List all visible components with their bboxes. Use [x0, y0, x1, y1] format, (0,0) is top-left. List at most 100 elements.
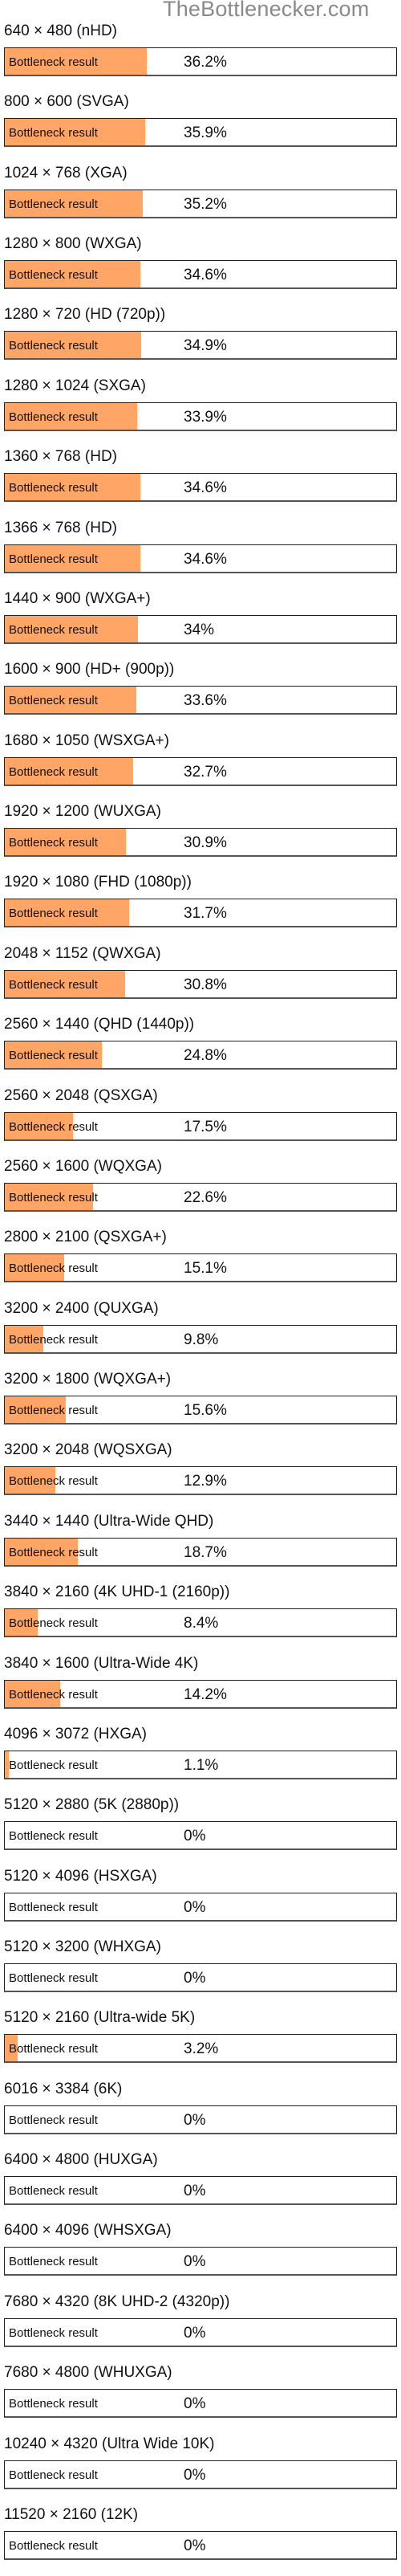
bottleneck-bar: Bottleneck result 0%	[4, 2317, 397, 2347]
resolution-row: 2560 × 2048 (QSXGA) Bottleneck result 17.5…	[0, 1086, 401, 1157]
resolution-label: 3200 × 2400 (QUXGA)	[4, 1299, 159, 1317]
bottleneck-bar: Bottleneck result 18.7%	[4, 1537, 397, 1567]
bottleneck-result-label: Bottleneck result	[9, 2538, 98, 2553]
bottleneck-result-label: Bottleneck result	[9, 2113, 98, 2127]
bottleneck-result-label: Bottleneck result	[9, 197, 98, 211]
bottleneck-bar: Bottleneck result 34.6%	[4, 260, 397, 290]
bottleneck-bar: Bottleneck result 35.2%	[4, 189, 397, 218]
resolution-row: 3840 × 2160 (4K UHD-1 (2160p)) Bottleneck…	[0, 1583, 401, 1653]
bottleneck-value: 0%	[184, 2395, 206, 2413]
bottleneck-result-label: Bottleneck result	[9, 2184, 98, 2199]
bottleneck-result-label: Bottleneck result	[9, 907, 98, 921]
resolution-row: 3440 × 1440 (Ultra-Wide QHD) Bottleneck r…	[0, 1512, 401, 1583]
bottleneck-value: 9.8%	[184, 1331, 219, 1348]
resolution-row: 7680 × 4320 (8K UHD-2 (4320p)) Bottleneck…	[0, 2293, 401, 2363]
resolution-row: 1280 × 1024 (SXGA) Bottleneck result 33.9%	[0, 377, 401, 447]
bottleneck-bar: Bottleneck result 0%	[4, 1892, 397, 1922]
bottleneck-result-label: Bottleneck result	[9, 2042, 98, 2056]
bottleneck-bar: Bottleneck result 36.2%	[4, 47, 397, 76]
bottleneck-result-label: Bottleneck result	[9, 1474, 98, 1489]
bottleneck-result-label: Bottleneck result	[9, 977, 98, 992]
resolution-row: 3200 × 2400 (QUXGA) Bottleneck result 9.8%	[0, 1299, 401, 1370]
resolution-label: 2560 × 1600 (WQXGA)	[4, 1157, 162, 1175]
resolution-label: 2048 × 1152 (QWXGA)	[4, 944, 161, 962]
bottleneck-value: 1.1%	[184, 1756, 219, 1774]
resolution-row: 800 × 600 (SVGA) Bottleneck result 35.9%	[0, 92, 401, 163]
bottleneck-bar: Bottleneck result 34%	[4, 614, 397, 644]
bottleneck-value: 34.6%	[184, 267, 227, 284]
bottleneck-bar: Bottleneck result 35.9%	[4, 118, 397, 148]
resolution-row: 6016 × 3384 (6K) Bottleneck result 0%	[0, 2080, 401, 2150]
bottleneck-value: 36.2%	[184, 54, 227, 71]
bottleneck-result-label: Bottleneck result	[9, 1900, 98, 1914]
bottleneck-bar: Bottleneck result 34.6%	[4, 544, 397, 573]
bottleneck-result-label: Bottleneck result	[9, 1971, 98, 1985]
bottleneck-result-label: Bottleneck result	[9, 1829, 98, 1844]
bottleneck-result-label: Bottleneck result	[9, 268, 98, 283]
bottleneck-result-label: Bottleneck result	[9, 339, 98, 353]
resolution-label: 1360 × 768 (HD)	[4, 448, 117, 466]
bottleneck-bar: Bottleneck result 0%	[4, 2176, 397, 2206]
bottleneck-bar: Bottleneck result 8.4%	[4, 1608, 397, 1638]
resolution-label: 2560 × 1440 (QHD (1440p))	[4, 1016, 195, 1033]
resolution-label: 800 × 600 (SVGA)	[4, 93, 129, 111]
site-watermark: TheBottlenecker.com	[163, 0, 370, 21]
resolution-row: 2560 × 1440 (QHD (1440p)) Bottleneck resu…	[0, 1015, 401, 1086]
bottleneck-bar: Bottleneck result 0%	[4, 2105, 397, 2134]
resolution-row: 1680 × 1050 (WSXGA+) Bottleneck result 32.…	[0, 732, 401, 802]
resolution-label: 7680 × 4800 (WHUXGA)	[4, 2364, 172, 2382]
bottleneck-result-label: Bottleneck result	[9, 1616, 98, 1631]
bottleneck-bar: Bottleneck result 30.9%	[4, 828, 397, 858]
bottleneck-bar: Bottleneck result 15.6%	[4, 1396, 397, 1425]
bottleneck-bar: Bottleneck result 33.9%	[4, 401, 397, 431]
resolution-row: 5120 × 2880 (5K (2880p)) Bottleneck resul…	[0, 1795, 401, 1866]
bottleneck-value: 30.9%	[184, 834, 227, 852]
bottleneck-result-label: Bottleneck result	[9, 55, 98, 69]
resolution-row: 640 × 480 (nHD) Bottleneck result 36.2%	[0, 22, 401, 92]
resolution-label: 1280 × 720 (HD (720p))	[4, 306, 166, 324]
bottleneck-result-label: Bottleneck result	[9, 1262, 98, 1276]
resolution-row: 2800 × 2100 (QSXGA+) Bottleneck result 15.…	[0, 1228, 401, 1298]
resolution-row: 3200 × 2048 (WQSXGA) Bottleneck result 12.…	[0, 1441, 401, 1511]
resolution-row: 1024 × 768 (XGA) Bottleneck result 35.2%	[0, 164, 401, 234]
bottleneck-value: 34.6%	[184, 479, 227, 497]
resolution-row: 4096 × 3072 (HXGA) Bottleneck result 1.1%	[0, 1725, 401, 1795]
bottleneck-value: 0%	[184, 2324, 206, 2342]
bottleneck-value: 22.6%	[184, 1188, 227, 1206]
bottleneck-result-label: Bottleneck result	[9, 1758, 98, 1772]
resolution-row: 6400 × 4800 (HUXGA) Bottleneck result 0%	[0, 2150, 401, 2221]
resolution-label: 5120 × 2880 (5K (2880p))	[4, 1796, 180, 1814]
resolution-label: 1920 × 1080 (FHD (1080p))	[4, 874, 192, 891]
bottleneck-bar: Bottleneck result 0%	[4, 2389, 397, 2419]
resolution-label: 1280 × 800 (WXGA)	[4, 235, 142, 253]
bottleneck-bar: Bottleneck result 0%	[4, 1963, 397, 1992]
resolution-row: 5120 × 4096 (HSXGA) Bottleneck result 0%	[0, 1867, 401, 1938]
bottleneck-value: 0%	[184, 2253, 206, 2271]
bottleneck-result-label: Bottleneck result	[9, 1545, 98, 1559]
resolution-label: 6016 × 3384 (6K)	[4, 2080, 123, 2097]
resolution-label: 1024 × 768 (XGA)	[4, 164, 128, 181]
resolution-label: 3840 × 2160 (4K UHD-1 (2160p))	[4, 1584, 230, 1601]
resolution-row: 1366 × 768 (HD) Bottleneck result 34.6%	[0, 519, 401, 589]
resolution-label: 2800 × 2100 (QSXGA+)	[4, 1229, 167, 1246]
bottleneck-result-label: Bottleneck result	[9, 2397, 98, 2411]
bottleneck-bar: Bottleneck result 15.1%	[4, 1253, 397, 1283]
resolution-row: 1920 × 1080 (FHD (1080p)) Bottleneck resu…	[0, 873, 401, 944]
bottleneck-value: 34.6%	[184, 550, 227, 568]
resolution-label: 5120 × 3200 (WHXGA)	[4, 1938, 161, 1955]
resolution-label: 1680 × 1050 (WSXGA+)	[4, 732, 169, 749]
bottleneck-result-label: Bottleneck result	[9, 1049, 98, 1063]
bottleneck-value: 35.9%	[184, 124, 227, 142]
resolution-label: 11520 × 2160 (12K)	[4, 2505, 139, 2523]
resolution-label: 3840 × 1600 (Ultra-Wide 4K)	[4, 1654, 199, 1672]
resolution-label: 3440 × 1440 (Ultra-Wide QHD)	[4, 1512, 214, 1530]
resolution-label: 5120 × 2160 (Ultra-wide 5K)	[4, 2009, 196, 2027]
resolution-row: 1440 × 900 (WXGA+) Bottleneck result 34%	[0, 589, 401, 660]
bottleneck-bar: Bottleneck result 24.8%	[4, 1041, 397, 1070]
bottleneck-bar: Bottleneck result 9.8%	[4, 1324, 397, 1354]
bottleneck-result-label: Bottleneck result	[9, 1119, 98, 1134]
bottleneck-value: 0%	[184, 1828, 206, 1845]
bottleneck-result-label: Bottleneck result	[9, 2255, 98, 2269]
bottleneck-result-label: Bottleneck result	[9, 2325, 98, 2340]
resolution-label: 2560 × 2048 (QSXGA)	[4, 1086, 158, 1104]
